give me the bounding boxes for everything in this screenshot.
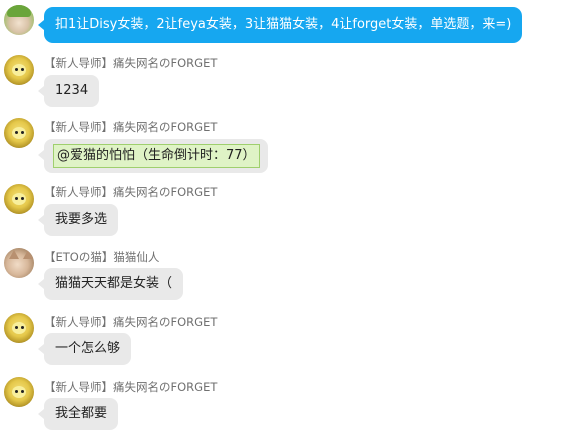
message-text: 1234: [55, 83, 89, 98]
sender-name: 【新人导师】痛失网名のFORGET: [44, 315, 218, 329]
message-bubble[interactable]: 我要多选: [37, 204, 119, 236]
cat-avatar-icon[interactable]: [4, 248, 34, 278]
sender-name: 【新人导师】痛失网名のFORGET: [44, 56, 218, 70]
yellow-avatar-icon[interactable]: [4, 184, 34, 214]
yellow-avatar-icon[interactable]: [4, 55, 34, 85]
message-bubble[interactable]: @爱猫的怕怕（生命倒计时：77）: [38, 139, 268, 173]
message-text: 猫猫天天都是女装（: [55, 276, 173, 291]
message-bubble[interactable]: 一个怎么够: [37, 333, 132, 365]
mention-tag[interactable]: @爱猫的怕怕（生命倒计时：77）: [53, 144, 260, 168]
message-bubble[interactable]: 1234: [37, 75, 100, 107]
yellow-avatar-icon[interactable]: [4, 313, 34, 343]
message-bubble[interactable]: 猫猫天天都是女装（: [37, 268, 184, 300]
sender-name: 【新人导师】痛失网名のFORGET: [44, 185, 218, 199]
message-text: 扣1让Disy女装，2让feya女装，3让猫猫女装，4让forget女装，单选题…: [55, 17, 512, 32]
sender-name: 【ETOの猫】猫猫仙人: [44, 250, 160, 264]
yellow-avatar-icon[interactable]: [4, 118, 34, 148]
message-bubble[interactable]: 扣1让Disy女装，2让feya女装，3让猫猫女装，4让forget女装，单选题…: [37, 7, 523, 43]
yellow-avatar-icon[interactable]: [4, 377, 34, 407]
message-text: 一个怎么够: [55, 341, 121, 356]
message-bubble[interactable]: 我全都要: [37, 398, 119, 430]
message-text: 我要多选: [55, 212, 108, 227]
sender-name: 【新人导师】痛失网名のFORGET: [44, 380, 218, 394]
sender-name: 【新人导师】痛失网名のFORGET: [44, 120, 218, 134]
green-hat-avatar-icon[interactable]: [4, 5, 34, 35]
message-text: 我全都要: [55, 406, 108, 421]
